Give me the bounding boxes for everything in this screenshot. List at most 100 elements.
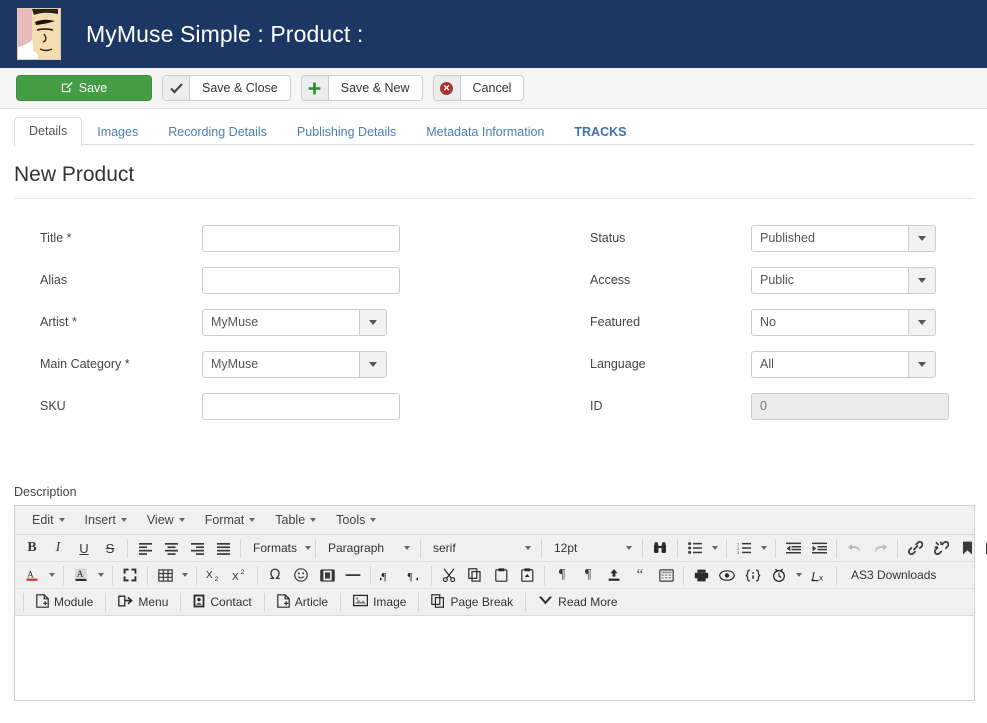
insert-read-more-button[interactable]: Read More — [530, 591, 625, 613]
superscript-icon[interactable]: X2 — [227, 564, 253, 587]
insert-link-icon[interactable] — [902, 537, 928, 560]
menu-insert[interactable]: Insert — [76, 510, 136, 530]
anchor-bookmark-icon[interactable] — [954, 537, 980, 560]
insert-table-icon[interactable] — [152, 564, 178, 587]
tab-images[interactable]: Images — [82, 118, 153, 147]
align-justify-icon[interactable] — [210, 537, 236, 560]
chevron-down-icon[interactable] — [359, 310, 386, 335]
insert-contact-button[interactable]: Contact — [185, 591, 259, 613]
avatar-face-image — [18, 9, 61, 60]
align-right-icon[interactable] — [184, 537, 210, 560]
underline-icon[interactable]: U — [71, 537, 97, 560]
featured-select[interactable]: No — [751, 309, 936, 336]
ltr-direction-icon[interactable]: ¶ — [375, 564, 401, 587]
print-icon[interactable] — [688, 564, 714, 587]
menu-format[interactable]: Format — [196, 510, 265, 530]
restore-draft-icon[interactable] — [601, 564, 627, 587]
special-character-omega-icon[interactable]: Ω — [262, 564, 288, 587]
text-color-icon[interactable]: A — [19, 564, 45, 587]
paste-as-text-icon[interactable] — [514, 564, 540, 587]
blockquote-icon[interactable]: “ — [627, 564, 653, 587]
insert-media-icon[interactable] — [314, 564, 340, 587]
toolbar-separator — [541, 539, 542, 558]
insert-date-time-chevron-down-icon[interactable] — [792, 564, 806, 587]
save-and-new-button[interactable]: Save & New — [301, 75, 423, 101]
status-select[interactable]: Published — [751, 225, 936, 252]
copy-icon[interactable] — [462, 564, 488, 587]
align-center-icon[interactable] — [158, 537, 184, 560]
editor-content-area[interactable] — [15, 616, 974, 700]
insert-module-button[interactable]: Module — [28, 591, 101, 613]
redo-icon[interactable] — [867, 537, 893, 560]
paste-icon[interactable] — [488, 564, 514, 587]
bullet-list-chevron-down-icon[interactable] — [708, 537, 722, 560]
font-family-dropdown[interactable]: serif — [425, 537, 537, 560]
sku-input[interactable] — [202, 393, 400, 420]
menu-edit[interactable]: Edit — [23, 510, 74, 530]
menu-tools[interactable]: Tools — [327, 510, 385, 530]
title-input[interactable] — [202, 225, 400, 252]
tab-recording-details[interactable]: Recording Details — [153, 118, 282, 147]
horizontal-rule-icon[interactable] — [340, 564, 366, 587]
cut-scissors-icon[interactable] — [436, 564, 462, 587]
artist-select[interactable]: MyMuse — [202, 309, 387, 336]
background-color-chevron-down-icon[interactable] — [94, 564, 108, 587]
menu-table[interactable]: Table — [266, 510, 325, 530]
strikethrough-icon[interactable]: S — [97, 537, 123, 560]
as3-downloads-button[interactable]: AS3 Downloads — [841, 568, 946, 582]
indent-icon[interactable] — [806, 537, 832, 560]
fullscreen-icon[interactable] — [117, 564, 143, 587]
insert-code-braces-icon[interactable] — [740, 564, 766, 587]
subscript-icon[interactable]: X2 — [201, 564, 227, 587]
access-select[interactable]: Public — [751, 267, 936, 294]
language-select[interactable]: All — [751, 351, 936, 378]
italic-icon[interactable]: I — [45, 537, 71, 560]
tab-tracks[interactable]: TRACKS — [559, 118, 641, 147]
insert-page-break-button[interactable]: Page Break — [423, 591, 521, 613]
chevron-down-icon[interactable] — [908, 268, 935, 293]
insert-menu-button[interactable]: Menu — [110, 591, 176, 613]
unlink-icon[interactable] — [928, 537, 954, 560]
insert-table-chevron-down-icon[interactable] — [178, 564, 192, 587]
chevron-down-icon[interactable] — [359, 352, 386, 377]
insert-image-button[interactable]: Image — [345, 591, 414, 613]
toolbar-separator — [257, 566, 258, 585]
rtl-direction-icon[interactable]: ¶ — [401, 564, 427, 587]
tab-metadata-information[interactable]: Metadata Information — [411, 118, 559, 147]
chevron-down-icon[interactable] — [908, 226, 935, 251]
tab-publishing-details[interactable]: Publishing Details — [282, 118, 411, 147]
save-button[interactable]: Save — [16, 75, 152, 101]
formats-dropdown[interactable]: Formats — [245, 537, 311, 560]
toolbar-separator — [836, 539, 837, 558]
cancel-button[interactable]: ✕ Cancel — [433, 75, 525, 101]
menu-view[interactable]: View — [138, 510, 194, 530]
main-category-select[interactable]: MyMuse — [202, 351, 387, 378]
numbered-list-chevron-down-icon[interactable] — [757, 537, 771, 560]
font-size-dropdown[interactable]: 12pt — [546, 537, 638, 560]
toolbar-separator — [836, 566, 837, 585]
numbered-list-icon[interactable]: 123 — [731, 537, 757, 560]
show-blocks-pilcrow-icon[interactable]: ¶ — [549, 564, 575, 587]
save-and-close-button[interactable]: Save & Close — [162, 75, 291, 101]
template-icon[interactable] — [653, 564, 679, 587]
preview-eye-icon[interactable] — [714, 564, 740, 587]
undo-icon[interactable] — [841, 537, 867, 560]
bold-icon[interactable]: B — [19, 537, 45, 560]
block-format-dropdown[interactable]: Paragraph — [320, 537, 416, 560]
bullet-list-icon[interactable] — [682, 537, 708, 560]
outdent-icon[interactable] — [780, 537, 806, 560]
search-replace-binoculars-icon[interactable] — [647, 537, 673, 560]
insert-article-button[interactable]: Article — [269, 591, 336, 613]
clear-formatting-icon[interactable]: Ix — [806, 564, 832, 587]
background-color-icon[interactable]: A — [68, 564, 94, 587]
tab-details[interactable]: Details — [14, 117, 82, 147]
align-left-icon[interactable] — [132, 537, 158, 560]
insert-image-icon[interactable] — [980, 537, 987, 560]
emoticon-icon[interactable] — [288, 564, 314, 587]
chevron-down-icon[interactable] — [908, 310, 935, 335]
toggle-invisible-characters-icon[interactable]: ¶ — [575, 564, 601, 587]
alias-input[interactable] — [202, 267, 400, 294]
insert-date-time-icon[interactable] — [766, 564, 792, 587]
chevron-down-icon[interactable] — [908, 352, 935, 377]
text-color-chevron-down-icon[interactable] — [45, 564, 59, 587]
